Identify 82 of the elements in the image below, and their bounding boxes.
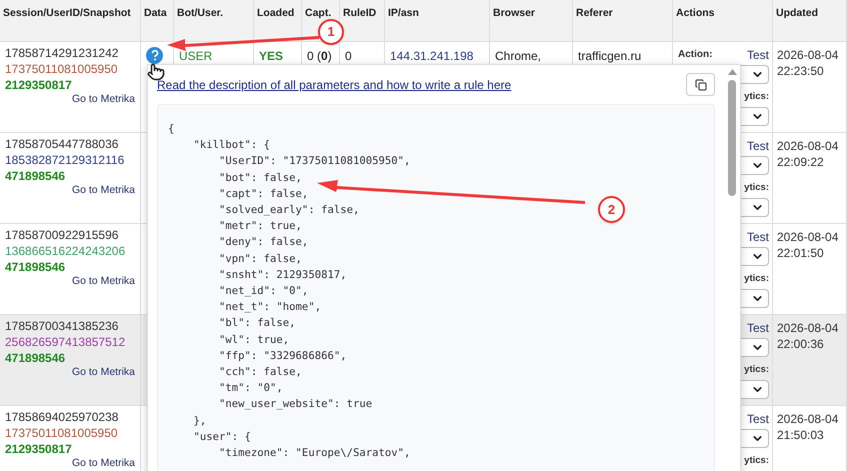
help-icon[interactable]	[146, 47, 163, 64]
loaded-status: YES	[259, 49, 284, 63]
updated-time: 2026-08-04 22:00:36	[777, 321, 838, 351]
snapshot-id: 471898546	[5, 350, 66, 366]
code-line: "ffp": "3329686866",	[218, 348, 347, 364]
ip-address: 144.31.241.198	[390, 49, 474, 63]
session-id: 17858700341385236	[5, 318, 120, 334]
column-header: Referer	[576, 7, 613, 19]
browser-name: Chrome,	[495, 49, 542, 63]
snapshot-id: 471898546	[5, 168, 66, 184]
code-line: "wl": true,	[218, 332, 290, 348]
code-line: "solved_early": false,	[218, 203, 360, 218]
snapshot-id: 471898546	[5, 259, 66, 275]
updated-time: 2026-08-04 22:01:50	[777, 230, 838, 260]
captcha-count: 0 (0)	[307, 49, 332, 63]
analytics-label: ytics:	[744, 363, 769, 377]
column-header: Browser	[493, 7, 536, 19]
code-line: },	[192, 414, 206, 429]
code-line: "cch": false,	[218, 365, 302, 380]
code-line: "UserID": "17375011081005950",	[218, 154, 410, 170]
column-header: Loaded	[257, 7, 294, 19]
help-link[interactable]: Read the description of all parameters and how to write a rule here	[157, 76, 512, 94]
updated-time: 2026-08-04 21:50:03	[777, 412, 838, 442]
metrika-link[interactable]: Go to Metrika	[72, 93, 135, 106]
metrika-link[interactable]: Go to Metrika	[72, 366, 135, 379]
column-header: Actions	[676, 7, 715, 19]
column-header: Bot/User.	[177, 7, 224, 19]
user-id: 17375011081005950	[5, 425, 119, 441]
code-line: {	[168, 122, 174, 137]
scrollbar-thumb[interactable]	[728, 80, 736, 196]
analytics-label: ytics:	[744, 272, 769, 286]
snapshot-id: 2129350817	[5, 77, 73, 93]
code-line: "bot": false,	[218, 170, 302, 186]
metrika-link[interactable]: Go to Metrika	[72, 275, 135, 288]
test-link[interactable]: Test	[746, 136, 769, 154]
session-id: 17858714291231242	[5, 45, 120, 61]
user-id: 17375011081005950	[5, 61, 119, 77]
session-id: 17858705447788036	[5, 136, 120, 152]
code-line: "tm": "0",	[218, 381, 283, 396]
column-header: IP/asn	[388, 7, 419, 19]
scroll-up-icon[interactable]	[728, 69, 736, 75]
column-header: RuleID	[343, 7, 376, 19]
code-line: "net_t": "home",	[218, 300, 322, 316]
referer: trafficgen.ru	[578, 49, 642, 63]
code-line: "net_id": "0",	[218, 284, 308, 300]
action-label: Action:	[678, 48, 712, 62]
copy-button[interactable]	[686, 73, 715, 96]
updated-time: 2026-08-04 22:23:50	[777, 48, 838, 78]
analytics-label: ytics:	[744, 90, 769, 104]
analytics-label: ytics:	[744, 454, 769, 468]
metrika-link[interactable]: Go to Metrika	[72, 457, 135, 470]
code-line: "timezone": "Europe\/Saratov",	[218, 446, 410, 462]
test-link[interactable]: Test	[746, 318, 769, 336]
column-header: Updated	[776, 7, 818, 19]
test-link[interactable]: Test	[746, 46, 769, 64]
code-line: "bl": false,	[218, 316, 296, 332]
session-id: 17858694025970238	[5, 409, 120, 425]
code-line: "new_user_website": true	[218, 397, 372, 412]
analytics-label: ytics:	[744, 181, 769, 195]
column-header: Session/UserID/Snapshot	[3, 7, 131, 19]
scrollbar[interactable]	[724, 65, 740, 471]
copy-icon	[694, 78, 706, 90]
code-line: "metr": true,	[218, 219, 302, 234]
code-line: "vpn": false,	[218, 252, 302, 267]
column-header: Data	[144, 7, 167, 19]
rule-id: 0	[345, 49, 352, 63]
code-line: "snsht": 2129350817,	[218, 268, 347, 283]
code-line: "killbot": {	[192, 138, 270, 154]
session-id: 17858700922915596	[5, 227, 120, 243]
test-link[interactable]: Test	[746, 410, 769, 428]
column-header: Capt.	[305, 7, 332, 19]
code-line: "user": {	[192, 430, 251, 445]
user-id: 185382872129312116	[5, 152, 126, 168]
user-id: 136866516224243206	[5, 243, 126, 259]
metrika-link[interactable]: Go to Metrika	[72, 184, 135, 197]
bot-user-status: USER	[179, 49, 212, 63]
code-line: "capt": false,	[218, 186, 308, 202]
user-id: 256826597413857512	[5, 334, 126, 350]
test-link[interactable]: Test	[746, 228, 769, 246]
snapshot-id: 2129350817	[5, 441, 73, 457]
updated-time: 2026-08-04 22:09:22	[777, 139, 838, 169]
code-line: "deny": false,	[218, 235, 308, 250]
